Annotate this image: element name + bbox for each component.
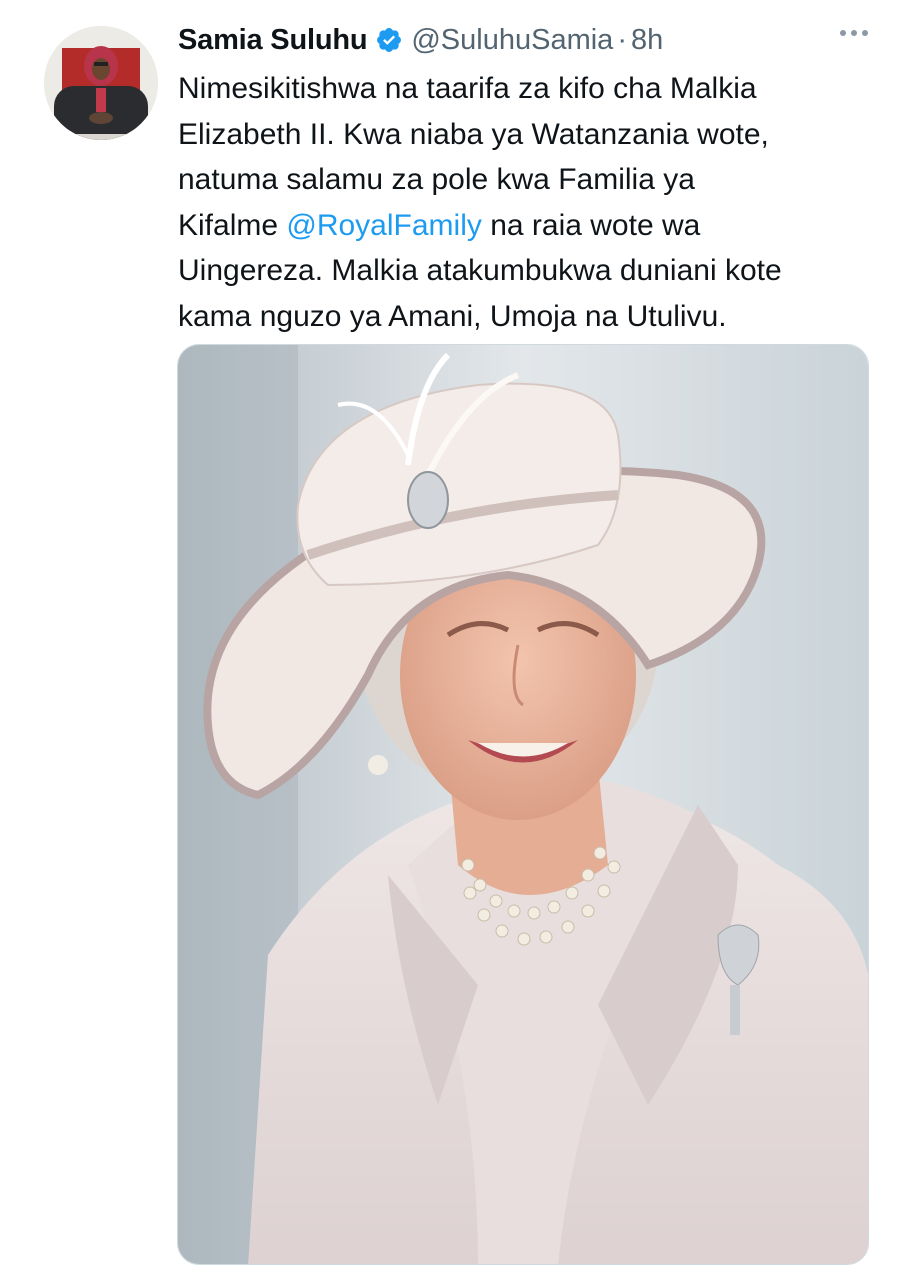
tweet-text-line: Kifalme @RoyalFamily na raia wote wa (178, 208, 701, 242)
tweet-text-line: kama nguzo ya Amani, Umoja na Utulivu. (178, 299, 727, 333)
avatar[interactable] (44, 26, 158, 140)
tweet-text: Nimesikitishwa na taarifa za kifo cha Ma… (178, 66, 878, 340)
mention-link[interactable]: @RoyalFamily (286, 209, 481, 242)
tweet-text-line: Elizabeth II. Kwa niaba ya Watanzania wo… (178, 117, 769, 151)
timestamp[interactable]: 8h (631, 24, 663, 57)
author-handle[interactable]: @SuluhuSamia (411, 24, 613, 57)
tweet-header: Samia Suluhu @SuluhuSamia · 8h (178, 18, 878, 62)
more-options-icon[interactable] (840, 30, 868, 36)
tweet-media-photo[interactable] (177, 344, 869, 1265)
tweet-text-line: Nimesikitishwa na taarifa za kifo cha Ma… (178, 72, 757, 105)
tweet[interactable]: Samia Suluhu @SuluhuSamia · 8h Nimesikit… (0, 0, 912, 1280)
tweet-text-line: Uingereza. Malkia atakumbukwa duniani ko… (178, 254, 782, 288)
display-name[interactable]: Samia Suluhu (178, 24, 368, 57)
separator: · (617, 23, 627, 56)
tweet-text-line: natuma salamu za pole kwa Familia ya (178, 163, 695, 197)
verified-badge-icon (375, 26, 403, 54)
